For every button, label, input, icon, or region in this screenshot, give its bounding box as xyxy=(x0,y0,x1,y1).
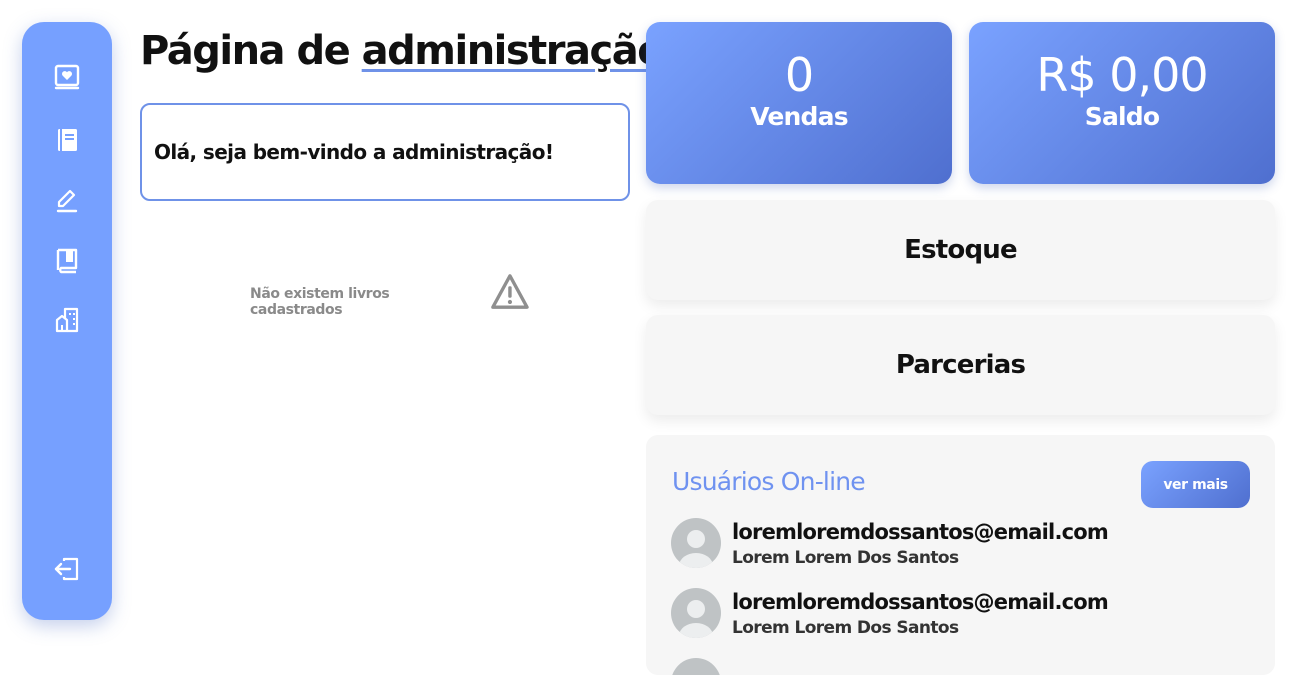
pencil-icon xyxy=(56,189,78,213)
sidebar xyxy=(22,22,112,620)
balance-value: R$ 0,00 xyxy=(1036,48,1208,102)
stock-panel[interactable]: Estoque xyxy=(646,200,1275,300)
empty-books-message: Não existem livros cadastrados xyxy=(250,286,390,318)
page-title: Página de administração xyxy=(140,28,665,74)
online-users-title: Usuários On-line xyxy=(672,467,866,496)
welcome-message: Olá, seja bem-vindo a administração! xyxy=(154,140,554,164)
sales-label: Vendas xyxy=(750,102,848,131)
page-title-main: Página de xyxy=(140,28,362,74)
balance-card: R$ 0,00 Saldo xyxy=(969,22,1275,184)
partnerships-label: Parcerias xyxy=(895,350,1026,380)
sidebar-item-catalog[interactable] xyxy=(52,125,82,155)
user-name: Lorem Lorem Dos Santos xyxy=(732,618,959,638)
sidebar-item-edit[interactable] xyxy=(52,185,82,215)
sales-card: 0 Vendas xyxy=(646,22,952,184)
user-list-item-partial xyxy=(671,658,1231,675)
warning-icon xyxy=(491,274,529,309)
notebook-icon xyxy=(58,129,77,151)
user-name: Lorem Lorem Dos Santos xyxy=(732,548,959,568)
user-email: loremloremdossantos@email.com xyxy=(732,520,1109,544)
page-title-accent: administração xyxy=(361,28,665,74)
sidebar-item-home[interactable] xyxy=(52,62,82,92)
sidebar-item-partners[interactable] xyxy=(52,305,82,335)
avatar xyxy=(671,588,721,638)
user-list-item[interactable]: loremloremdossantos@email.com Lorem Lore… xyxy=(671,588,1231,638)
online-users-panel: Usuários On-line ver mais loremloremdoss… xyxy=(646,435,1275,675)
balance-label: Saldo xyxy=(1084,102,1160,131)
user-avatar-icon xyxy=(679,600,713,638)
avatar xyxy=(671,518,721,568)
building-icon xyxy=(55,307,79,333)
sales-value: 0 xyxy=(784,48,814,102)
user-avatar-icon xyxy=(679,530,713,568)
see-more-button[interactable]: ver mais xyxy=(1141,461,1250,508)
logout-icon xyxy=(54,557,79,581)
user-list-item[interactable]: loremloremdossantos@email.com Lorem Lore… xyxy=(671,518,1231,568)
partnerships-panel[interactable]: Parcerias xyxy=(646,315,1275,415)
welcome-box: Olá, seja bem-vindo a administração! xyxy=(140,103,630,201)
book-icon xyxy=(56,248,78,274)
book-heart-icon xyxy=(54,64,80,90)
logout-button[interactable] xyxy=(52,554,82,584)
avatar xyxy=(671,658,721,675)
sidebar-item-books[interactable] xyxy=(52,245,82,275)
stock-label: Estoque xyxy=(904,235,1017,265)
empty-books-notice: Não existem livros cadastrados xyxy=(250,270,530,318)
user-email: loremloremdossantos@email.com xyxy=(732,590,1109,614)
